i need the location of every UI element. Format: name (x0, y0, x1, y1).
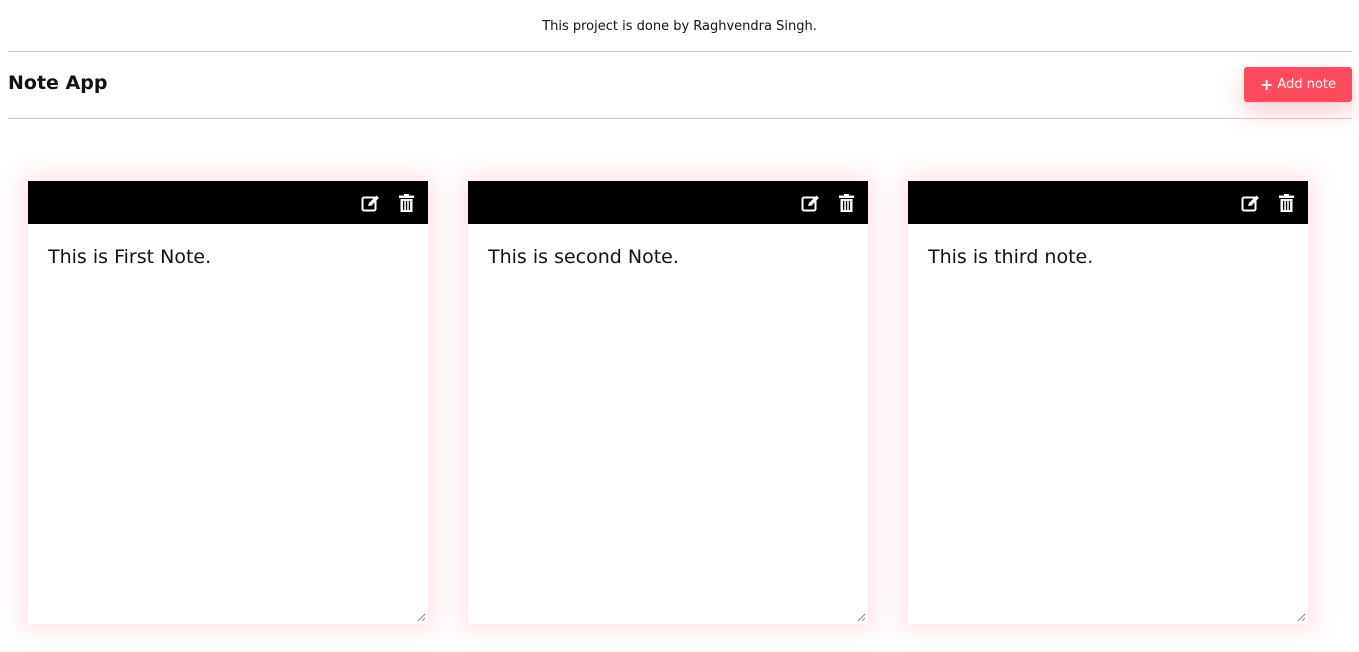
note-toolbar (908, 181, 1308, 224)
top-divider (8, 51, 1352, 52)
plus-icon: + (1260, 74, 1274, 94)
note-text[interactable]: This is third note. (908, 224, 1308, 624)
note-toolbar (468, 181, 868, 224)
header-divider (8, 118, 1352, 119)
edit-icon[interactable] (360, 193, 380, 213)
resize-handle-icon[interactable] (416, 612, 426, 622)
note-toolbar (28, 181, 428, 224)
trash-icon[interactable] (836, 193, 856, 213)
app-title: Note App (8, 72, 108, 94)
edit-icon[interactable] (1240, 193, 1260, 213)
project-credit: This project is done by Raghvendra Singh… (542, 19, 817, 34)
edit-icon[interactable] (800, 193, 820, 213)
trash-icon[interactable] (396, 193, 416, 213)
resize-handle-icon[interactable] (856, 612, 866, 622)
note-card: This is First Note. (28, 181, 428, 624)
add-note-label: Add note (1277, 77, 1336, 92)
trash-icon[interactable] (1276, 193, 1296, 213)
add-note-button[interactable]: + Add note (1244, 67, 1352, 102)
note-card: This is third note. (908, 181, 1308, 624)
note-text[interactable]: This is First Note. (28, 224, 428, 624)
note-card: This is second Note. (468, 181, 868, 624)
note-text[interactable]: This is second Note. (468, 224, 868, 624)
notes-container: This is First Note. This is second Note.… (28, 181, 1308, 624)
resize-handle-icon[interactable] (1296, 612, 1306, 622)
